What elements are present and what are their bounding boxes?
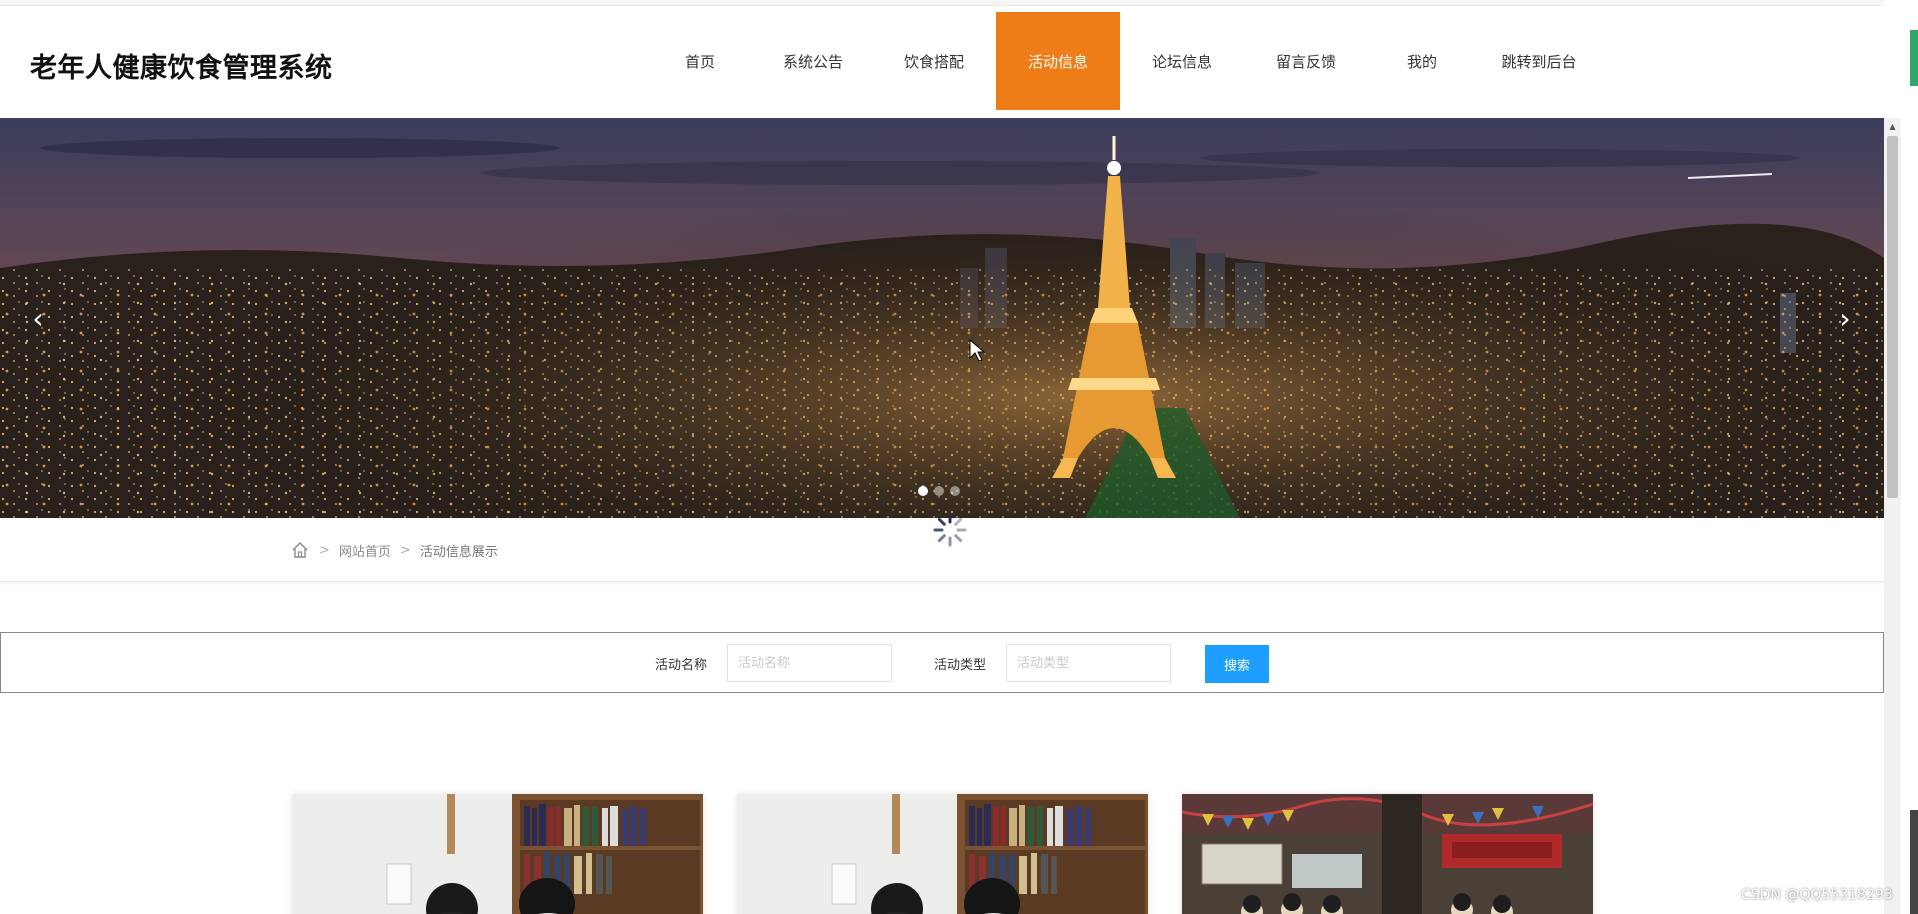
- activity-card[interactable]: [292, 794, 703, 914]
- scroll-up-icon[interactable]: ▲: [1884, 118, 1901, 135]
- activity-name-input[interactable]: [727, 644, 892, 682]
- nav-item-announcements[interactable]: 系统公告: [754, 12, 872, 110]
- breadcrumb-separator: >: [319, 542, 330, 558]
- breadcrumb-home[interactable]: 网站首页: [339, 541, 391, 560]
- loading-spinner-icon: [933, 513, 967, 547]
- nav-item-diet-plans[interactable]: 饮食搭配: [872, 12, 996, 110]
- breadcrumb: > 网站首页 > 活动信息展示: [290, 540, 498, 560]
- page: 老年人健康饮食管理系统 首页 系统公告 饮食搭配 活动信息 论坛信息 留言反馈 …: [0, 0, 1918, 914]
- nav-item-forum[interactable]: 论坛信息: [1120, 12, 1244, 110]
- activity-card-image: [292, 794, 703, 914]
- nav-item-home[interactable]: 首页: [646, 12, 754, 110]
- carousel-dot-1[interactable]: [918, 486, 928, 496]
- watermark: CSDN @QQ55318293: [1741, 887, 1893, 903]
- window-edge: [1901, 0, 1918, 914]
- activity-card-image: [1182, 794, 1593, 914]
- page-scrollbar[interactable]: ▲: [1884, 118, 1901, 914]
- search-button[interactable]: 搜索: [1205, 645, 1269, 683]
- chevron-right-icon[interactable]: ›: [1825, 298, 1865, 338]
- activity-name-label: 活动名称: [655, 658, 708, 673]
- nav-item-admin[interactable]: 跳转到后台: [1476, 12, 1602, 110]
- main-nav: 首页 系统公告 饮食搭配 活动信息 论坛信息 留言反馈 我的 跳转到后台: [646, 12, 1602, 110]
- home-icon[interactable]: [290, 540, 310, 560]
- carousel-dots: [918, 486, 960, 496]
- breadcrumb-current: 活动信息展示: [419, 544, 498, 560]
- scroll-thumb[interactable]: [1887, 136, 1898, 498]
- carousel-dot-2[interactable]: [934, 486, 944, 496]
- activity-type-input[interactable]: [1006, 644, 1171, 682]
- carousel-dot-3[interactable]: [950, 486, 960, 496]
- site-header: 老年人健康饮食管理系统 首页 系统公告 饮食搭配 活动信息 论坛信息 留言反馈 …: [0, 6, 1884, 118]
- search-form: 活动名称 活动类型 搜索: [0, 632, 1884, 693]
- nav-item-activities[interactable]: 活动信息: [996, 12, 1120, 110]
- edge-tab-green: [1910, 30, 1918, 86]
- nav-item-my[interactable]: 我的: [1368, 12, 1476, 110]
- activity-card-image: [737, 794, 1148, 914]
- activity-card[interactable]: [737, 794, 1148, 914]
- activity-type-label: 活动类型: [934, 658, 987, 673]
- chevron-left-icon[interactable]: ‹: [18, 298, 58, 338]
- edge-tab-dark: [1910, 810, 1918, 914]
- banner-carousel[interactable]: ‹ ›: [0, 118, 1884, 518]
- breadcrumb-separator: >: [399, 542, 411, 558]
- activity-card[interactable]: [1182, 794, 1593, 914]
- banner-image: [0, 118, 1884, 518]
- nav-item-feedback[interactable]: 留言反馈: [1244, 12, 1368, 110]
- site-title: 老年人健康饮食管理系统: [30, 53, 333, 84]
